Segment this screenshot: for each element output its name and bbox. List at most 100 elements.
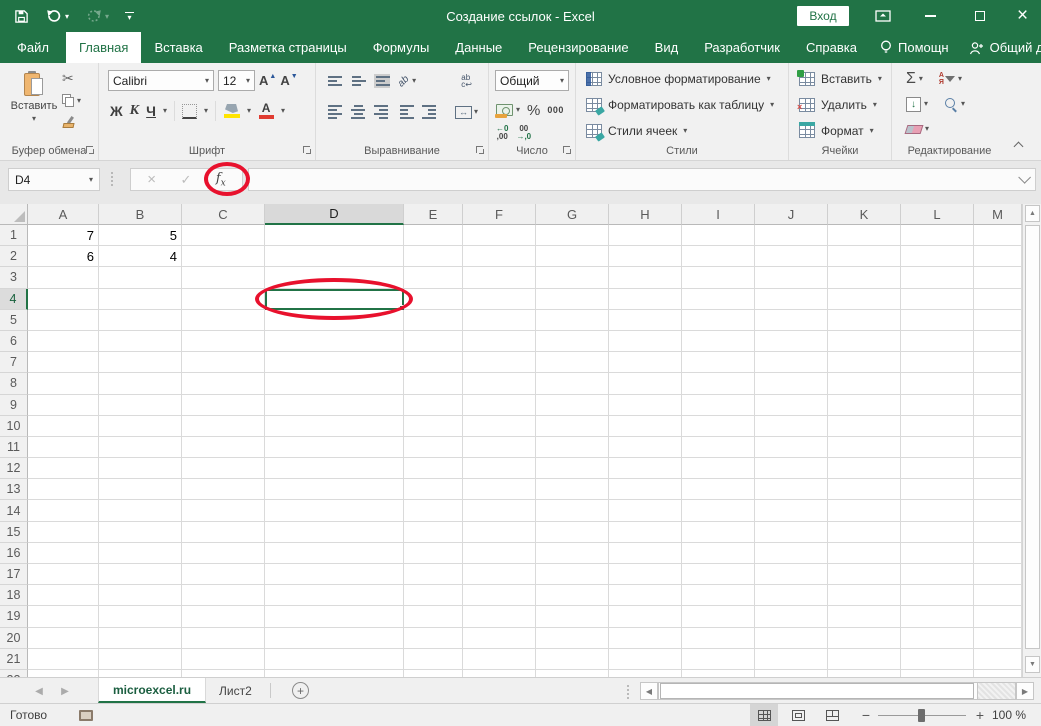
cell-H2[interactable] [609,246,682,268]
cell-K17[interactable] [828,564,901,586]
italic-button[interactable]: К [130,102,140,120]
cell-M9[interactable] [974,394,1022,416]
cell-A7[interactable] [28,352,99,374]
cell-I11[interactable] [682,436,755,459]
cell-F22[interactable] [463,669,536,677]
cell-B14[interactable] [99,500,182,522]
cell-A8[interactable] [28,373,99,395]
cell-L10[interactable] [901,415,974,437]
column-header-G[interactable]: G [536,204,609,225]
macro-record-icon[interactable] [79,709,94,721]
cell-H12[interactable] [609,458,682,480]
cell-L5[interactable] [901,309,974,331]
row-header-12[interactable]: 12 [0,458,28,480]
cell-B6[interactable] [99,330,182,353]
save-icon[interactable] [14,9,29,24]
increase-decimal-icon[interactable]: ←0,00 [496,125,508,141]
cell-E4[interactable] [404,288,463,310]
cell-D19[interactable] [265,606,404,628]
fill-button[interactable]: ↓ ▾ [906,96,928,112]
align-middle-icon[interactable] [350,74,366,88]
cell-L9[interactable] [901,394,974,416]
formula-input[interactable] [248,168,1036,191]
cell-E15[interactable] [404,521,463,543]
cell-A9[interactable] [28,394,99,416]
sort-filter-button[interactable]: АЯ ▾ [939,72,962,86]
cell-G4[interactable] [536,288,609,310]
cell-L12[interactable] [901,458,974,480]
cell-K18[interactable] [828,585,901,607]
cell-G18[interactable] [536,585,609,607]
row-header-18[interactable]: 18 [0,585,28,607]
cell-F13[interactable] [463,479,536,501]
row-header-8[interactable]: 8 [0,373,28,395]
cell-M1[interactable] [974,225,1022,247]
cell-K15[interactable] [828,521,901,543]
cell-M16[interactable] [974,542,1022,564]
row-header-19[interactable]: 19 [0,606,28,628]
enter-icon[interactable]: ✓ [180,172,191,188]
cell-J18[interactable] [755,585,828,607]
cell-M20[interactable] [974,627,1022,649]
cell-A22[interactable] [28,669,99,677]
cell-I21[interactable] [682,648,755,670]
cell-K2[interactable] [828,246,901,268]
cell-L15[interactable] [901,521,974,543]
cell-I10[interactable] [682,415,755,437]
view-page-break-button[interactable] [818,704,846,726]
row-header-9[interactable]: 9 [0,394,28,416]
cell-A17[interactable] [28,564,99,586]
cell-A20[interactable] [28,627,99,649]
tab-share[interactable]: Общий доступ [959,40,1041,55]
sheet-tab-active[interactable]: microexcel.ru [98,678,207,703]
cell-C14[interactable] [182,500,265,522]
cell-E20[interactable] [404,627,463,649]
cell-I16[interactable] [682,542,755,564]
cell-L2[interactable] [901,246,974,268]
cell-H9[interactable] [609,394,682,416]
cell-B5[interactable] [99,309,182,331]
cell-D6[interactable] [265,330,404,353]
vertical-scrollbar[interactable]: ▲ ▼ [1022,204,1041,677]
cell-I4[interactable] [682,288,755,310]
cell-J5[interactable] [755,309,828,331]
cell-C11[interactable] [182,436,265,459]
cell-C21[interactable] [182,648,265,670]
cell-I19[interactable] [682,606,755,628]
column-header-K[interactable]: K [828,204,901,225]
cell-E13[interactable] [404,479,463,501]
copy-button[interactable]: ▾ [62,94,81,107]
cell-G12[interactable] [536,458,609,480]
grow-font-button[interactable]: А ▲ [259,73,276,88]
cell-E10[interactable] [404,415,463,437]
scroll-down-icon[interactable]: ▼ [1025,656,1040,673]
cell-C5[interactable] [182,309,265,331]
cell-L18[interactable] [901,585,974,607]
cut-icon[interactable]: ✂ [62,71,81,85]
cell-J3[interactable] [755,267,828,289]
expand-formula-bar-icon[interactable] [1018,171,1031,184]
cell-F20[interactable] [463,627,536,649]
cell-G6[interactable] [536,330,609,353]
cell-K7[interactable] [828,352,901,374]
cell-G15[interactable] [536,521,609,543]
cell-I22[interactable] [682,669,755,677]
cell-C3[interactable] [182,267,265,289]
cell-L20[interactable] [901,627,974,649]
row-header-17[interactable]: 17 [0,564,28,586]
font-color-dropdown-icon[interactable]: ▾ [281,107,285,115]
column-header-L[interactable]: L [901,204,974,225]
font-color-icon[interactable]: А [258,102,274,119]
row-header-21[interactable]: 21 [0,648,28,670]
cell-B22[interactable] [99,669,182,677]
cell-M19[interactable] [974,606,1022,628]
cell-M4[interactable] [974,288,1022,310]
cell-G16[interactable] [536,542,609,564]
column-header-M[interactable]: M [974,204,1022,225]
cell-D1[interactable] [265,225,404,247]
cell-D5[interactable] [265,309,404,331]
cancel-icon[interactable]: × [147,172,156,187]
cell-A18[interactable] [28,585,99,607]
conditional-formatting-button[interactable]: Условное форматирование ▾ [586,68,771,90]
cell-D15[interactable] [265,521,404,543]
